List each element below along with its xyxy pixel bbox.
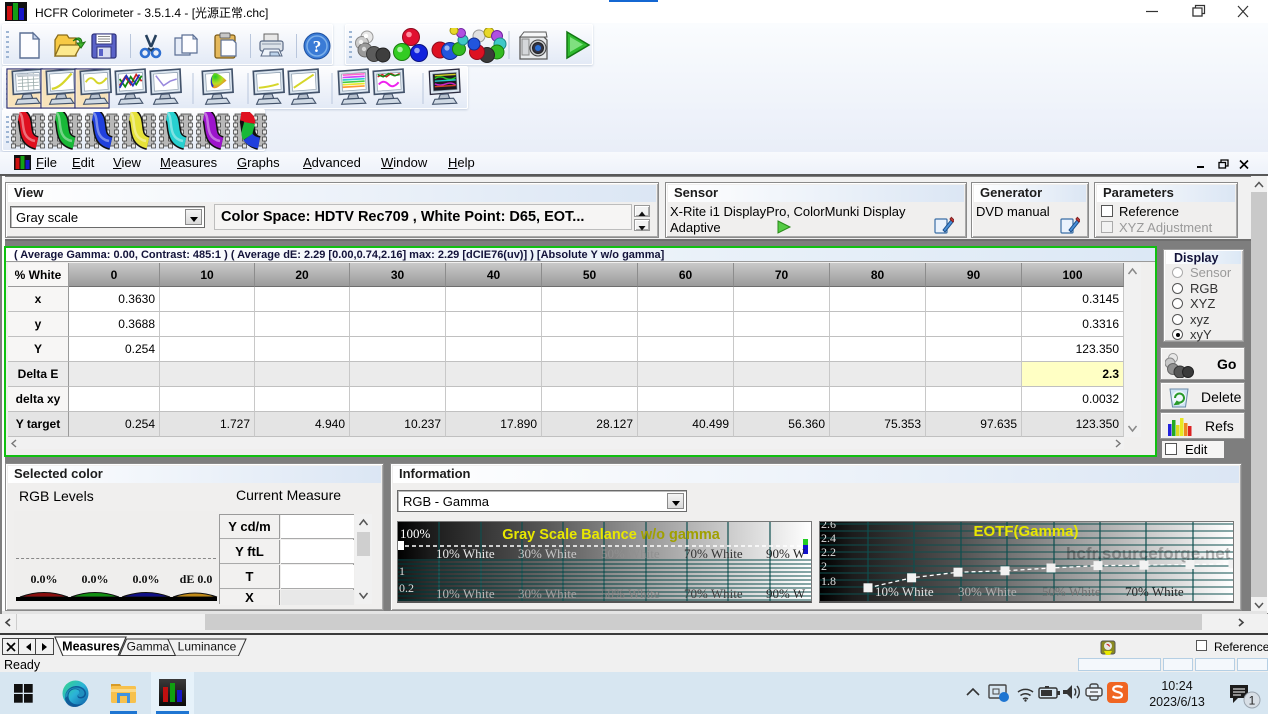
svg-text:Luminance: Luminance bbox=[178, 640, 237, 654]
svg-text:2.4: 2.4 bbox=[821, 531, 836, 545]
svg-text:Gray Scale Balance w/o gamma: Gray Scale Balance w/o gamma bbox=[502, 527, 721, 543]
svg-text:30% White: 30% White bbox=[518, 586, 577, 601]
svg-text:0.0%: 0.0% bbox=[82, 572, 109, 586]
svg-text:90% W: 90% W bbox=[766, 546, 806, 561]
svg-text:2.6: 2.6 bbox=[821, 522, 836, 531]
svg-text:50% White: 50% White bbox=[601, 586, 660, 601]
svg-text:50% White: 50% White bbox=[1042, 584, 1101, 599]
svg-text:1.8: 1.8 bbox=[821, 574, 836, 588]
svg-text:hcfr.sourceforge.net: hcfr.sourceforge.net bbox=[1066, 544, 1231, 563]
svg-text:10% White: 10% White bbox=[875, 584, 934, 599]
svg-text:EOTF(Gamma): EOTF(Gamma) bbox=[973, 523, 1078, 540]
svg-text:90% W: 90% W bbox=[766, 586, 806, 601]
svg-text:dE 0.0: dE 0.0 bbox=[180, 572, 213, 586]
svg-text:50% White: 50% White bbox=[601, 546, 660, 561]
svg-text:10% White: 10% White bbox=[436, 546, 495, 561]
svg-text:70% White: 70% White bbox=[684, 546, 743, 561]
svg-text:2: 2 bbox=[821, 559, 827, 573]
svg-text:0.0%: 0.0% bbox=[133, 572, 160, 586]
svg-text:30% White: 30% White bbox=[518, 546, 577, 561]
svg-text:1: 1 bbox=[399, 564, 405, 578]
svg-text:Measures: Measures bbox=[62, 640, 120, 654]
svg-text:30% White: 30% White bbox=[958, 584, 1017, 599]
svg-text:100%: 100% bbox=[400, 526, 431, 541]
svg-text:0.0%: 0.0% bbox=[31, 572, 58, 586]
svg-text:?: ? bbox=[313, 37, 322, 56]
svg-text:70% White: 70% White bbox=[1125, 584, 1184, 599]
svg-text:10% White: 10% White bbox=[436, 586, 495, 601]
svg-text:0.2: 0.2 bbox=[399, 581, 414, 595]
svg-text:Gamma: Gamma bbox=[127, 640, 170, 654]
svg-text:2.2: 2.2 bbox=[821, 545, 836, 559]
svg-text:1: 1 bbox=[1249, 694, 1256, 708]
svg-text:70% White: 70% White bbox=[684, 586, 743, 601]
